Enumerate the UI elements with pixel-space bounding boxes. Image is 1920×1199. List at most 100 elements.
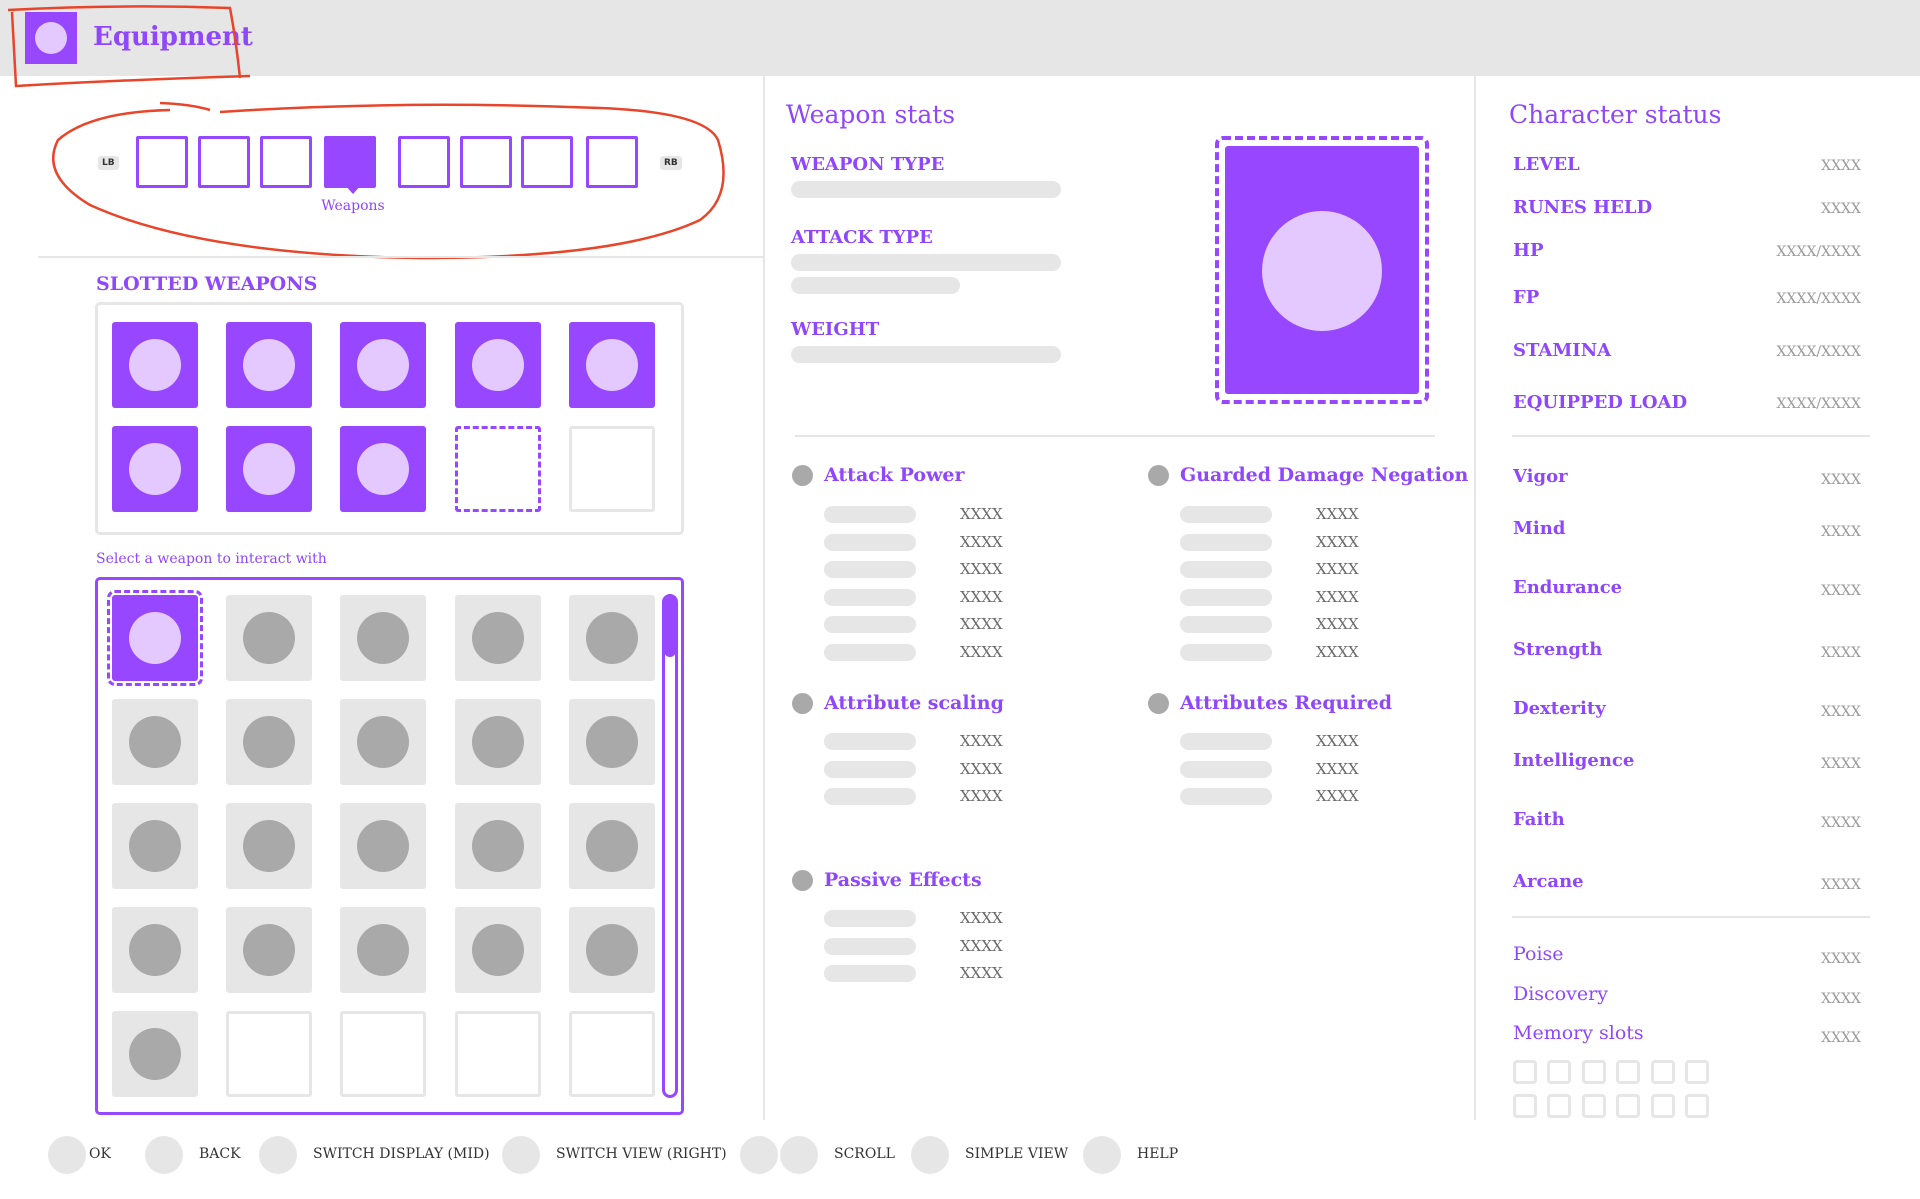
weapon-icon xyxy=(243,820,296,872)
memory-slot[interactable] xyxy=(1650,1060,1675,1084)
slotted-weapon-slot[interactable] xyxy=(568,426,655,512)
inventory-weapon-cell[interactable] xyxy=(568,1011,655,1097)
status-extra-value: XXXX xyxy=(1821,951,1861,967)
stat-group-title: Attributes Required xyxy=(1180,692,1393,714)
switch-view-button-icon[interactable] xyxy=(502,1136,540,1174)
stat-value: XXXX xyxy=(1316,732,1359,750)
scroll-prompt-label: SCROLL xyxy=(834,1146,895,1162)
inventory-weapon-cell[interactable] xyxy=(568,699,655,785)
inventory-scroll-thumb[interactable] xyxy=(664,597,676,657)
slotted-weapon-slot[interactable] xyxy=(340,426,427,512)
inventory-scrollbar[interactable] xyxy=(662,594,678,1098)
status-extra-label: Poise xyxy=(1513,943,1564,965)
simple-view-button-icon[interactable] xyxy=(911,1136,949,1174)
attack-type-value-bar xyxy=(791,254,1061,271)
stat-bullet-icon xyxy=(792,693,813,714)
inventory-weapon-cell[interactable] xyxy=(226,699,313,785)
inventory-weapon-cell[interactable] xyxy=(226,803,313,889)
memory-slot[interactable] xyxy=(1513,1094,1537,1118)
slotted-weapon-slot[interactable] xyxy=(454,426,541,512)
inventory-weapon-cell[interactable] xyxy=(226,595,313,681)
stat-value: XXXX xyxy=(960,642,1003,661)
inventory-weapon-cell[interactable] xyxy=(226,907,313,993)
category-tab[interactable] xyxy=(398,136,450,188)
weapon-type-value-bar xyxy=(791,181,1061,198)
attribute-value: XXXX xyxy=(1821,704,1861,720)
stats-divider xyxy=(795,435,1435,437)
inventory-weapon-cell[interactable] xyxy=(340,803,427,889)
slotted-weapon-slot[interactable] xyxy=(454,322,541,408)
attribute-label: Arcane xyxy=(1513,871,1584,892)
inventory-weapon-cell[interactable] xyxy=(107,590,203,686)
weapon-icon xyxy=(129,820,181,872)
slotted-weapon-slot[interactable] xyxy=(112,322,198,408)
attribute-value: XXXX xyxy=(1821,472,1861,488)
lb-button[interactable]: LB xyxy=(98,156,119,170)
stat-name-bar xyxy=(1180,643,1272,661)
inventory-weapon-cell[interactable] xyxy=(454,907,541,993)
switch-display-button-icon[interactable] xyxy=(259,1136,297,1174)
inventory-weapon-cell[interactable] xyxy=(112,1011,198,1097)
ok-prompt-label: OK xyxy=(89,1146,111,1162)
weapon-icon xyxy=(471,716,524,768)
inventory-weapon-cell[interactable] xyxy=(568,803,655,889)
inventory-weapon-cell[interactable] xyxy=(112,699,198,785)
stat-name-bar xyxy=(1180,533,1272,551)
scroll-button-icon[interactable] xyxy=(740,1136,778,1174)
category-tab[interactable] xyxy=(136,136,188,188)
scroll-button-icon[interactable] xyxy=(780,1136,818,1174)
inventory-weapon-cell[interactable] xyxy=(454,595,541,681)
back-button-icon[interactable] xyxy=(145,1136,183,1174)
attribute-label: Endurance xyxy=(1513,577,1623,598)
memory-slot[interactable] xyxy=(1685,1060,1709,1084)
category-tab[interactable] xyxy=(260,136,312,188)
weapon-icon xyxy=(357,612,410,664)
weight-value-bar xyxy=(791,346,1061,363)
inventory-weapon-cell[interactable] xyxy=(112,803,198,889)
stat-value: XXXX xyxy=(1316,587,1359,606)
inventory-weapon-cell[interactable] xyxy=(568,907,655,993)
stat-group-title: Attribute scaling xyxy=(824,692,1004,714)
inventory-weapon-cell[interactable] xyxy=(568,595,655,681)
slotted-weapon-slot[interactable] xyxy=(226,426,313,512)
slotted-weapon-slot[interactable] xyxy=(226,322,313,408)
weapon-type-label: WEAPON TYPE xyxy=(791,154,945,175)
inventory-weapon-cell[interactable] xyxy=(454,803,541,889)
stat-value: XXXX xyxy=(960,587,1003,606)
category-tab[interactable] xyxy=(586,136,638,188)
weapon-icon xyxy=(585,339,638,391)
inventory-weapon-cell[interactable] xyxy=(454,699,541,785)
inventory-weapon-cell[interactable] xyxy=(340,1011,427,1097)
memory-slot[interactable] xyxy=(1685,1094,1709,1118)
ok-button-icon[interactable] xyxy=(48,1136,86,1174)
weapon-icon xyxy=(243,339,296,391)
stat-name-bar xyxy=(824,788,916,805)
inventory-weapon-cell[interactable] xyxy=(340,595,427,681)
memory-slot[interactable] xyxy=(1581,1094,1606,1118)
category-tab[interactable] xyxy=(521,136,573,188)
category-tab[interactable] xyxy=(460,136,512,188)
category-tab[interactable] xyxy=(198,136,250,188)
tab-weapons[interactable] xyxy=(324,136,376,188)
memory-slot[interactable] xyxy=(1547,1060,1572,1084)
status-label: LEVEL xyxy=(1513,154,1580,175)
help-button-icon[interactable] xyxy=(1083,1136,1121,1174)
slotted-weapon-slot[interactable] xyxy=(568,322,655,408)
inventory-weapon-cell[interactable] xyxy=(226,1011,313,1097)
memory-slot[interactable] xyxy=(1616,1060,1641,1084)
inventory-weapon-cell[interactable] xyxy=(340,699,427,785)
memory-slot[interactable] xyxy=(1547,1094,1572,1118)
slotted-weapon-slot[interactable] xyxy=(112,426,198,512)
inventory-weapon-cell[interactable] xyxy=(112,907,198,993)
slotted-weapon-slot[interactable] xyxy=(340,322,427,408)
inventory-weapon-cell[interactable] xyxy=(454,1011,541,1097)
rb-button[interactable]: RB xyxy=(660,156,682,170)
memory-slot[interactable] xyxy=(1513,1060,1537,1084)
memory-slot[interactable] xyxy=(1650,1094,1675,1118)
inventory-weapon-cell[interactable] xyxy=(340,907,427,993)
status-extra-value: XXXX xyxy=(1821,1030,1861,1046)
memory-slot[interactable] xyxy=(1616,1094,1641,1118)
status-extra-label: Memory slots xyxy=(1513,1022,1644,1044)
weapon-stats-title: Weapon stats xyxy=(786,100,956,129)
memory-slot[interactable] xyxy=(1581,1060,1606,1084)
